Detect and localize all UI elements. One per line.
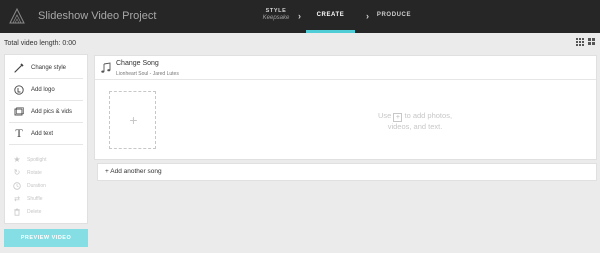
sidebar-item-change-style[interactable]: Change style — [9, 57, 83, 79]
sidebar-item-add-text[interactable]: T Add text — [9, 123, 83, 145]
rotate-icon: ↻ — [13, 168, 21, 177]
sidebar-item-label: Add text — [31, 130, 54, 137]
logo-circle-icon — [13, 84, 25, 96]
song-artist: Lionheart Soul - Jared Lutes — [116, 71, 179, 77]
sidebar: Change style Add logo Add pics & vids T … — [4, 54, 88, 224]
chevron-right-icon: › — [366, 11, 369, 21]
sidebar-item-label: Duration — [27, 182, 46, 189]
shuffle-icon: ⇄ — [14, 195, 20, 203]
sidebar-item-label: Spotlight — [27, 156, 47, 163]
sidebar-item-label: Shuffle — [27, 195, 43, 202]
step-create[interactable]: CREATE — [306, 0, 355, 33]
text-t-icon: T — [15, 126, 23, 140]
sidebar-item-add-pics-vids[interactable]: Add pics & vids — [9, 101, 83, 123]
step-style-label: STYLE — [265, 8, 287, 14]
hint-text-line2: videos, and text. — [387, 122, 443, 131]
photos-icon — [13, 106, 25, 118]
clock-icon — [13, 181, 21, 190]
star-icon: ★ — [13, 155, 21, 164]
add-box-icon: + — [393, 113, 403, 122]
sidebar-item-shuffle: ⇄ Shuffle — [13, 192, 83, 205]
plus-icon: + — [129, 112, 138, 128]
view-toggle — [576, 38, 596, 46]
song-section: Change Song Lionheart Soul - Jared Lutes… — [94, 55, 597, 160]
change-song-link[interactable]: Change Song — [116, 60, 159, 67]
empty-hint: Use + to add photos, videos, and text. — [355, 111, 475, 132]
step-create-label: CREATE — [316, 12, 345, 18]
app-logo-icon[interactable] — [7, 6, 27, 26]
add-another-song-label: + Add another song — [105, 168, 162, 175]
step-produce-label: PRODUCE — [376, 12, 412, 18]
step-style[interactable]: STYLE Keepsake — [256, 8, 296, 21]
trash-icon — [13, 208, 21, 216]
preview-video-button[interactable]: PREVIEW VIDEO — [4, 229, 88, 247]
brush-icon — [13, 62, 25, 74]
sidebar-item-label: Rotate — [27, 169, 42, 176]
sidebar-item-label: Change style — [31, 64, 67, 71]
small-grid-view-icon[interactable] — [576, 38, 584, 46]
top-bar: Slideshow Video Project STYLE Keepsake ›… — [0, 0, 600, 33]
add-media-slot[interactable]: + — [109, 91, 156, 149]
chevron-right-icon: › — [298, 11, 301, 21]
sidebar-item-add-logo[interactable]: Add logo — [9, 79, 83, 101]
project-title: Slideshow Video Project — [38, 10, 157, 22]
total-video-length: Total video length: 0:00 — [4, 40, 76, 47]
sidebar-item-duration: Duration — [13, 179, 83, 192]
sidebar-item-label: Delete — [27, 208, 42, 215]
music-note-icon — [101, 62, 111, 73]
sidebar-item-spotlight: ★ Spotlight — [13, 153, 83, 166]
sidebar-item-label: Add logo — [31, 86, 55, 93]
hint-text-pre: Use — [377, 111, 392, 120]
large-grid-view-icon[interactable] — [588, 38, 596, 46]
hint-text-post: to add photos, — [404, 111, 453, 120]
song-header[interactable]: Change Song Lionheart Soul - Jared Lutes — [95, 56, 596, 80]
active-step-underline — [306, 30, 355, 33]
step-produce[interactable]: PRODUCE — [376, 12, 412, 18]
step-style-value: Keepsake — [262, 15, 290, 21]
sidebar-item-label: Add pics & vids — [31, 108, 73, 115]
add-another-song-button[interactable]: + Add another song — [97, 163, 597, 181]
sidebar-item-rotate: ↻ Rotate — [13, 166, 83, 179]
sidebar-item-delete: Delete — [13, 205, 83, 218]
